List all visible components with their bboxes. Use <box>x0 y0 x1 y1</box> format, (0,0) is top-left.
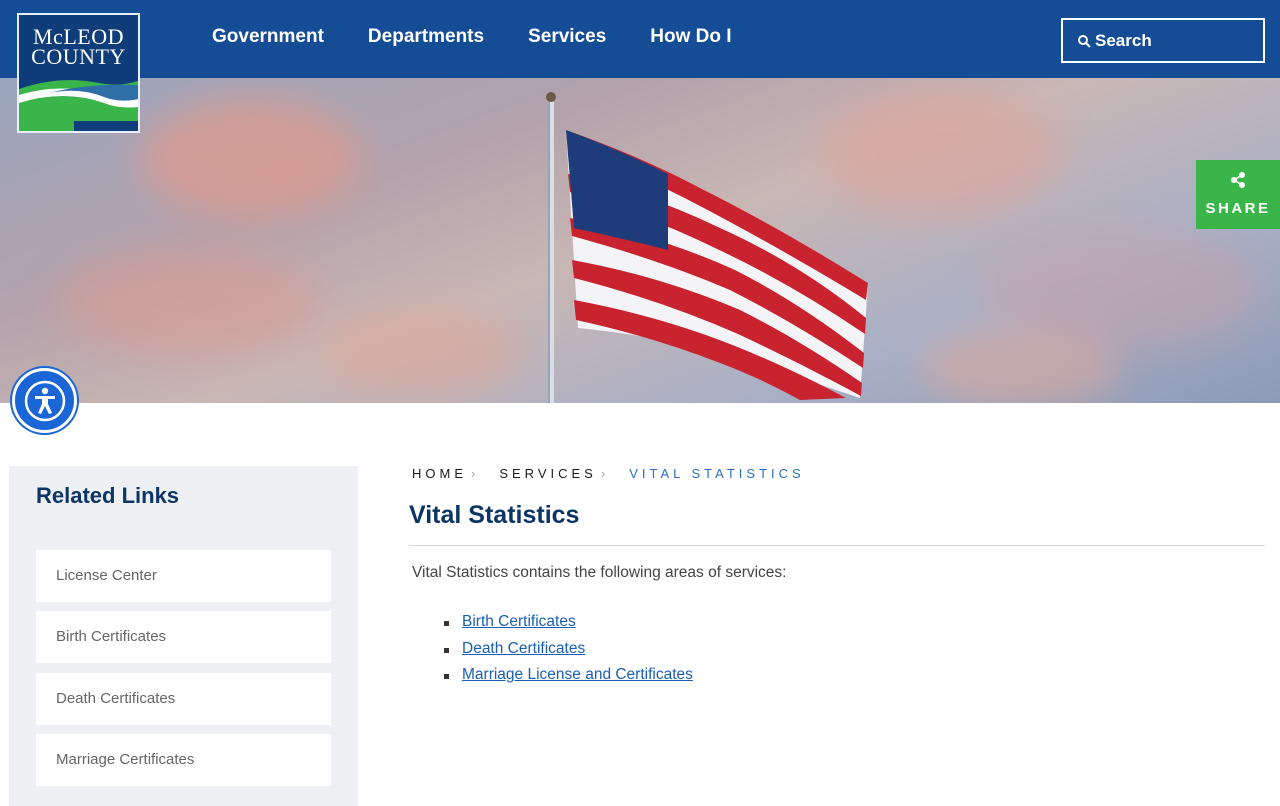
sidebar-link-marriage-certificates[interactable]: Marriage Certificates <box>36 734 331 786</box>
title-divider <box>409 545 1265 546</box>
nav-services[interactable]: Services <box>528 0 606 78</box>
logo-line-2: COUNTY <box>31 44 126 69</box>
list-item: Birth Certificates <box>444 613 693 640</box>
share-label: SHARE <box>1205 200 1271 217</box>
breadcrumb-services[interactable]: SERVICES <box>499 466 597 481</box>
breadcrumb-home[interactable]: HOME <box>412 466 467 481</box>
search-label: Search <box>1095 30 1152 50</box>
search-icon <box>1078 34 1091 48</box>
list-item: Marriage License and Certificates <box>444 666 693 693</box>
nav-how-do-i[interactable]: How Do I <box>650 0 731 78</box>
related-links-sidebar: Related Links License Center Birth Certi… <box>9 466 358 806</box>
hero-banner <box>0 78 1280 403</box>
share-icon <box>1231 172 1245 188</box>
share-button[interactable]: SHARE <box>1196 160 1280 229</box>
search-input[interactable]: Search <box>1061 18 1265 63</box>
breadcrumb-current: VITAL STATISTICS <box>629 466 805 481</box>
logo-text: McLEOD COUNTY <box>19 26 138 69</box>
sidebar-link-death-certificates[interactable]: Death Certificates <box>36 673 331 725</box>
chevron-right-icon: › <box>600 466 606 481</box>
services-list: Birth Certificates Death Certificates Ma… <box>444 613 693 693</box>
sidebar-link-license-center[interactable]: License Center <box>36 550 331 602</box>
sidebar-link-birth-certificates[interactable]: Birth Certificates <box>36 611 331 663</box>
american-flag-image <box>546 92 868 403</box>
county-logo[interactable]: McLEOD COUNTY <box>17 13 140 133</box>
list-item: Death Certificates <box>444 640 693 667</box>
intro-text: Vital Statistics contains the following … <box>412 564 787 581</box>
nav-government[interactable]: Government <box>212 0 324 78</box>
sidebar-title: Related Links <box>36 483 180 508</box>
main-nav: Government Departments Services How Do I <box>190 0 754 78</box>
logo-landscape-graphic <box>19 80 138 131</box>
link-death-certificates[interactable]: Death Certificates <box>462 640 585 657</box>
accessibility-icon <box>24 380 65 421</box>
accessibility-button[interactable] <box>12 368 77 433</box>
nav-departments[interactable]: Departments <box>368 0 484 78</box>
link-marriage-license[interactable]: Marriage License and Certificates <box>462 666 693 683</box>
site-header: Government Departments Services How Do I… <box>0 0 1280 78</box>
breadcrumb: HOME › SERVICES › VITAL STATISTICS <box>412 466 805 481</box>
link-birth-certificates[interactable]: Birth Certificates <box>462 613 576 630</box>
chevron-right-icon: › <box>471 466 476 481</box>
page-title: Vital Statistics <box>409 501 580 529</box>
